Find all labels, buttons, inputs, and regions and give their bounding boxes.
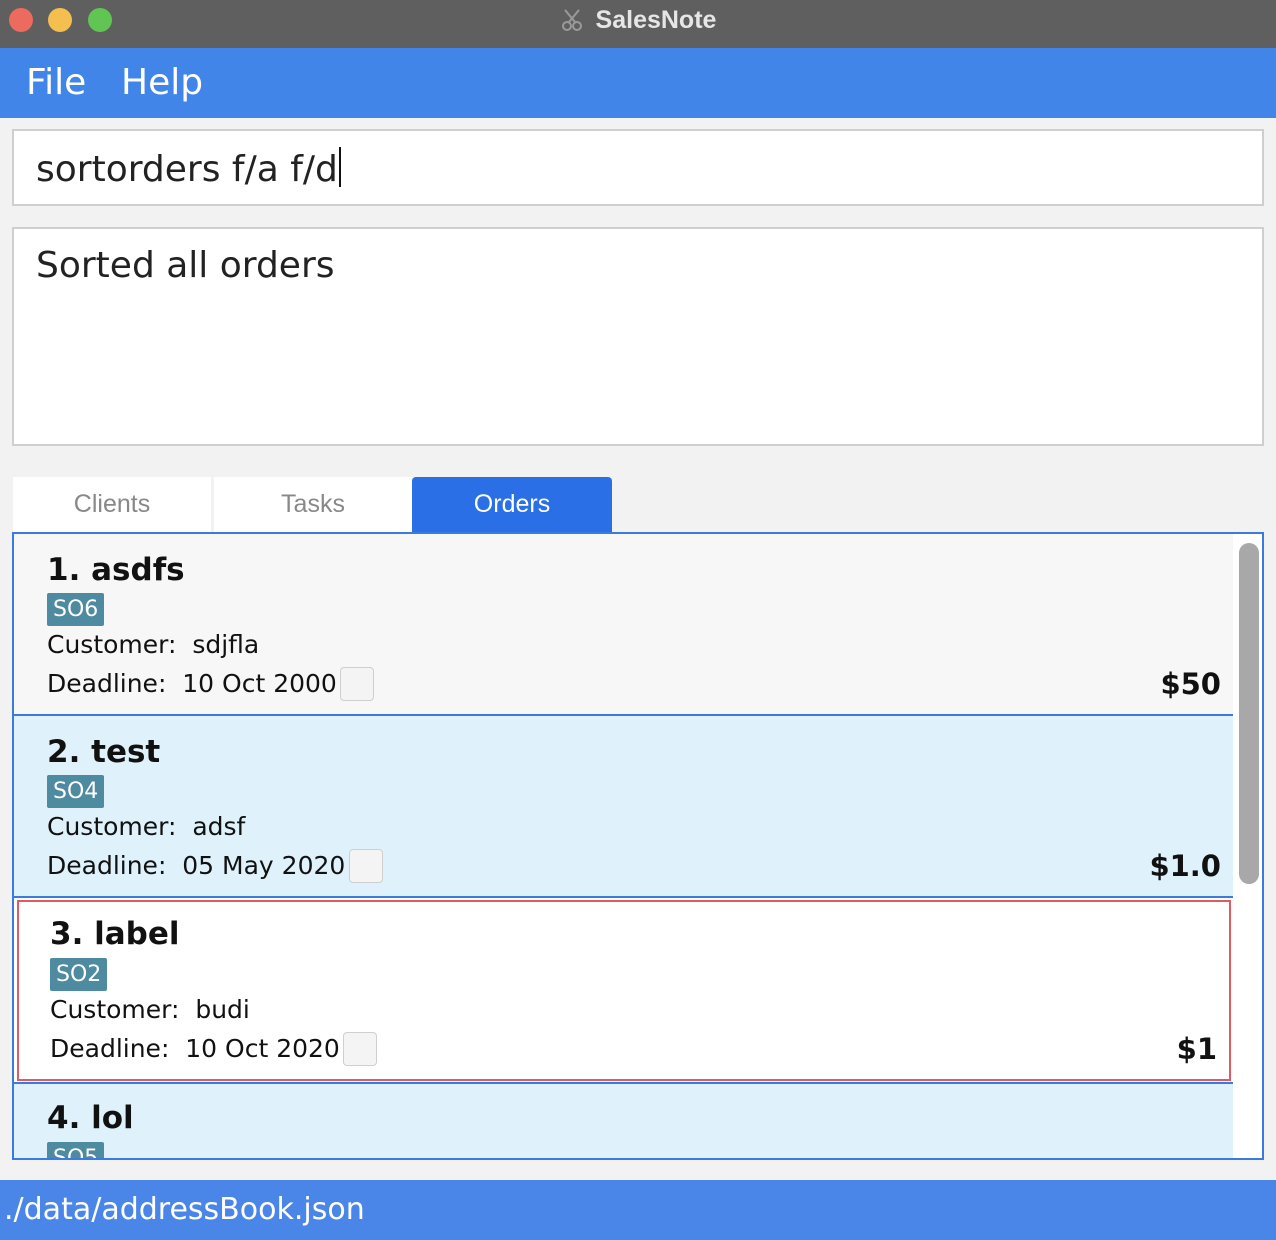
deadline-label: Deadline:: [47, 669, 167, 698]
result-message: Sorted all orders: [36, 245, 335, 286]
data-file-path: ./data/addressBook.json: [4, 1192, 365, 1227]
customer-value: budi: [195, 995, 250, 1024]
done-checkbox[interactable]: [343, 1032, 377, 1066]
customer-label: Customer:: [47, 630, 177, 659]
menu-file[interactable]: File: [26, 62, 86, 103]
deadline-label: Deadline:: [50, 1034, 170, 1063]
order-title: 3. label: [50, 916, 180, 952]
order-customer: Customer: sdjfla: [47, 630, 259, 659]
deadline-value: 10 Oct 2020: [185, 1034, 340, 1063]
tab-tasks[interactable]: Tasks: [214, 477, 412, 532]
menu-help[interactable]: Help: [121, 62, 203, 103]
order-deadline: Deadline: 05 May 2020: [47, 851, 345, 880]
order-card[interactable]: 1. asdfs SO6 Customer: sdjfla Deadline: …: [14, 534, 1233, 716]
order-tag: SO2: [50, 958, 108, 991]
command-input-text: sortorders f/a f/d: [36, 147, 341, 190]
order-price: $1.0: [1149, 849, 1221, 883]
done-checkbox[interactable]: [349, 849, 383, 883]
order-tag: SO4: [47, 775, 105, 808]
order-price: $1: [1176, 1032, 1217, 1066]
order-card[interactable]: 2. test SO4 Customer: adsf Deadline: 05 …: [14, 716, 1233, 898]
text-caret: [338, 147, 341, 187]
deadline-label: Deadline:: [47, 851, 167, 880]
order-card-selected[interactable]: 3. label SO2 Customer: budi Deadline: 10…: [17, 900, 1231, 1081]
order-tag: SO6: [47, 593, 105, 626]
tab-clients[interactable]: Clients: [13, 477, 211, 532]
title-bar: SalesNote: [0, 0, 1276, 48]
order-price: $50: [1160, 667, 1221, 701]
order-deadline: Deadline: 10 Oct 2000: [47, 669, 337, 698]
order-title: 4. lol: [47, 1100, 134, 1136]
result-display[interactable]: Sorted all orders: [12, 227, 1264, 446]
orders-list[interactable]: 1. asdfs SO6 Customer: sdjfla Deadline: …: [12, 532, 1264, 1160]
scissors-icon: [561, 9, 582, 31]
deadline-value: 10 Oct 2000: [182, 669, 337, 698]
command-input[interactable]: sortorders f/a f/d: [12, 129, 1264, 206]
order-customer: Customer: adsf: [47, 812, 245, 841]
order-tag: SO5: [47, 1142, 105, 1158]
deadline-value: 05 May 2020: [182, 851, 346, 880]
order-customer: Customer: budi: [50, 995, 250, 1024]
done-checkbox[interactable]: [340, 667, 374, 701]
customer-value: sdjfla: [192, 630, 260, 659]
customer-value: adsf: [192, 812, 246, 841]
status-bar: ./data/addressBook.json: [0, 1180, 1276, 1240]
order-title: 1. asdfs: [47, 552, 185, 588]
order-title: 2. test: [47, 734, 161, 770]
order-deadline: Deadline: 10 Oct 2020: [50, 1034, 340, 1063]
tab-orders[interactable]: Orders: [412, 477, 612, 532]
menu-bar: File Help: [0, 48, 1276, 118]
customer-label: Customer:: [50, 995, 180, 1024]
scrollbar-thumb[interactable]: [1239, 543, 1259, 884]
order-card[interactable]: 4. lol SO5: [14, 1082, 1233, 1158]
window-title: SalesNote: [595, 5, 717, 34]
customer-label: Customer:: [47, 812, 177, 841]
